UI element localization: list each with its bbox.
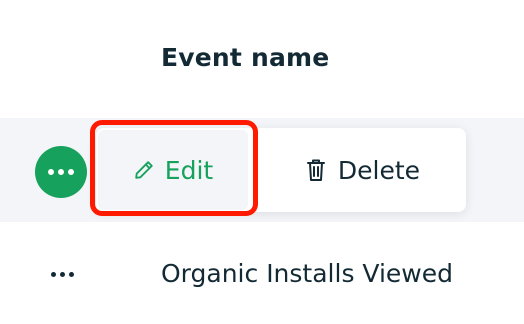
events-table: Event name Edit Delete Organic Installs …: [0, 0, 524, 324]
more-dot: [59, 271, 65, 277]
edit-label: Edit: [164, 155, 214, 185]
row-actions-button[interactable]: [40, 256, 84, 292]
more-dot: [68, 271, 74, 277]
event-name-cell: Organic Installs Viewed: [161, 259, 453, 288]
more-dot: [58, 169, 64, 175]
more-dot: [68, 169, 74, 175]
edit-menu-item[interactable]: Edit: [98, 130, 248, 210]
pencil-icon: [133, 159, 155, 181]
table-header-row: Event name: [0, 0, 524, 118]
more-dot: [48, 169, 54, 175]
delete-menu-item[interactable]: Delete: [268, 130, 458, 210]
more-dot: [50, 271, 56, 277]
column-header-event-name: Event name: [161, 43, 330, 72]
row-actions-button-active[interactable]: [35, 146, 87, 198]
row-actions-menu: Edit Delete: [96, 128, 466, 212]
delete-label: Delete: [337, 155, 421, 185]
trash-icon: [306, 158, 326, 182]
